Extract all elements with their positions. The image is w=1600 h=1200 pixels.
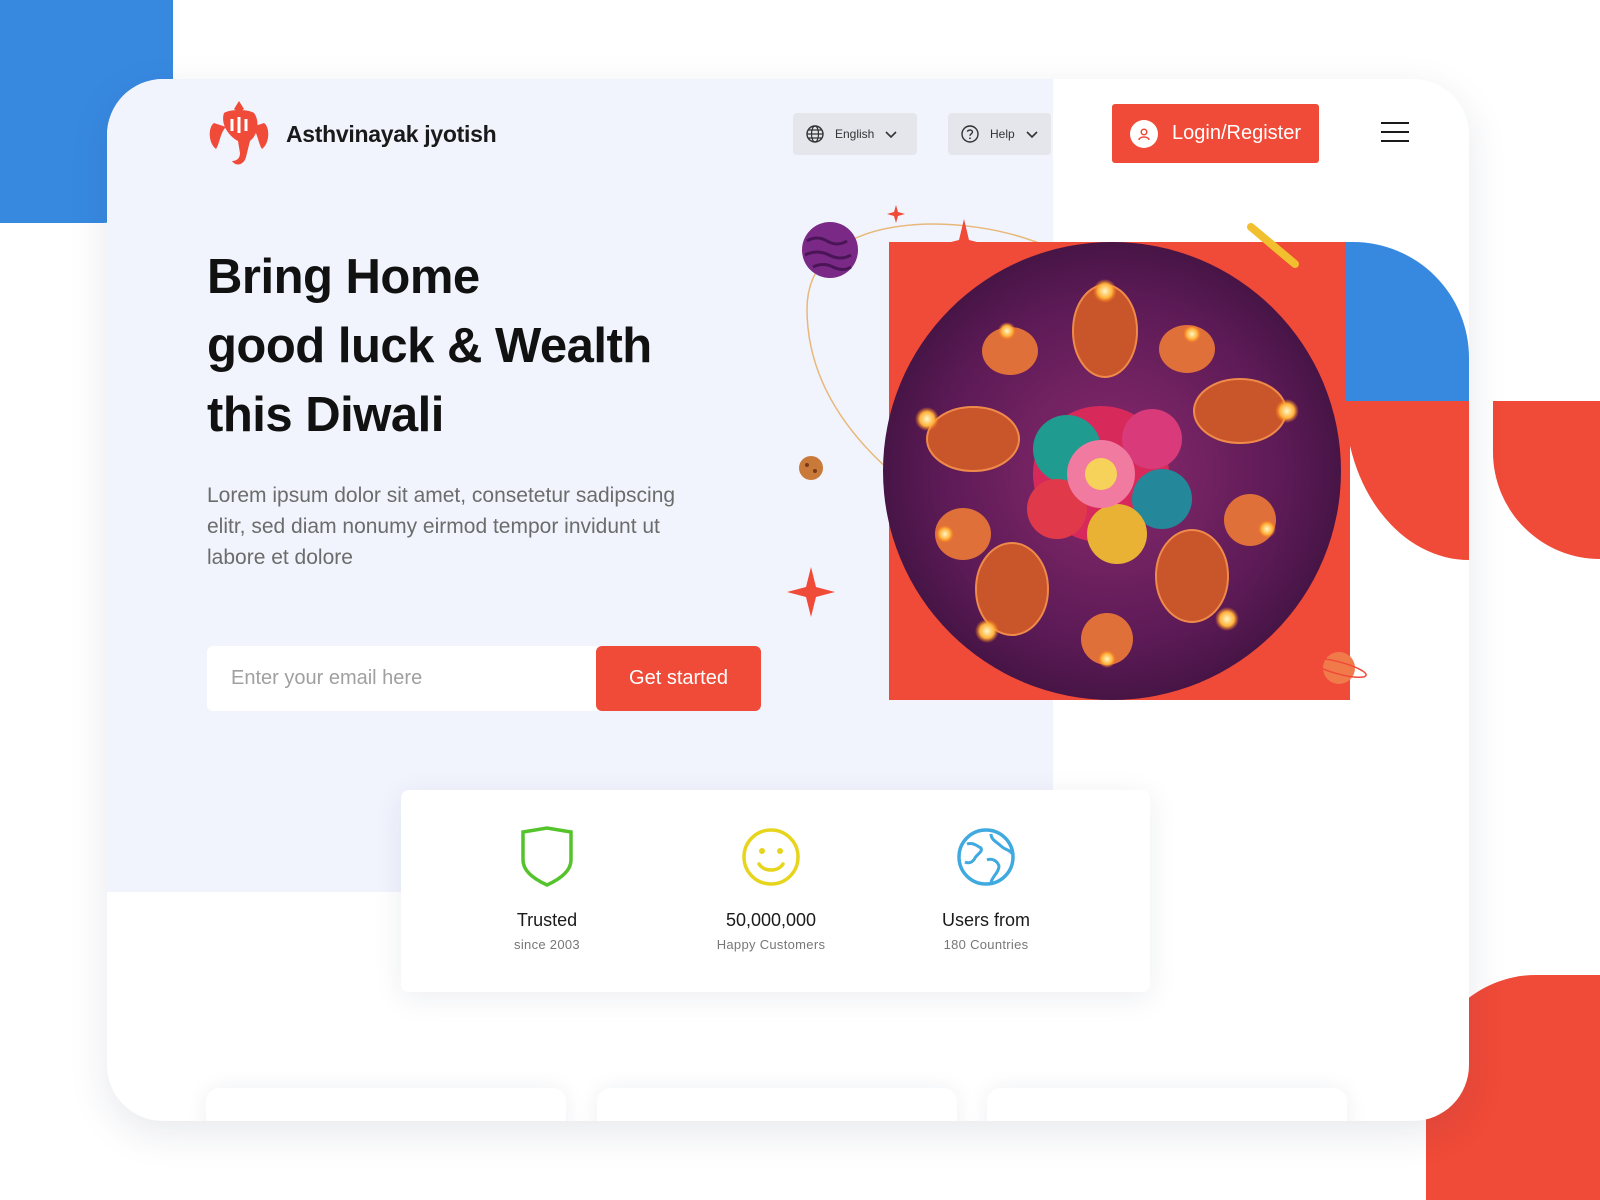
help-label: Help	[990, 127, 1015, 141]
headline-line-1: Bring Home	[207, 250, 480, 304]
stat-title: Trusted	[516, 910, 578, 930]
stat-customers: 50,000,000 Happy Customers	[681, 826, 861, 952]
stat-subtitle: Happy Customers	[716, 937, 826, 952]
hamburger-menu-icon[interactable]	[1381, 122, 1409, 144]
feature-card[interactable]	[987, 1088, 1347, 1121]
stat-title: 50,000,000	[725, 910, 817, 930]
stat-subtitle: since 2003	[514, 937, 580, 952]
email-input[interactable]	[207, 646, 607, 711]
brand-name: Asthvinayak jyotish	[286, 120, 497, 147]
stats-panel: Trusted since 2003 50,000,000 Happy Cust…	[401, 790, 1150, 992]
login-register-label: Login/Register	[1172, 122, 1301, 144]
feature-card[interactable]	[597, 1088, 957, 1121]
brand-logo[interactable]: Asthvinayak jyotish	[204, 99, 497, 169]
globe-icon	[957, 828, 1015, 886]
globe-icon	[806, 125, 824, 143]
language-dropdown[interactable]: English	[793, 113, 917, 155]
login-register-button[interactable]: Login/Register	[1112, 104, 1319, 163]
hero-subtext: Lorem ipsum dolor sit amet, consetetur s…	[207, 484, 676, 569]
stat-trusted: Trusted since 2003	[457, 826, 637, 952]
decorative-red-quarter-circle	[1493, 401, 1600, 559]
get-started-button[interactable]: Get started	[596, 646, 761, 711]
headline-line-3: this Diwali	[207, 388, 444, 442]
shield-icon	[521, 826, 573, 887]
user-icon	[1130, 119, 1159, 148]
stat-countries: Users from 180 Countries	[896, 826, 1076, 952]
landing-page-card: Asthvinayak jyotish English Help Login/R…	[107, 79, 1469, 1121]
stat-title: Users from	[941, 910, 1030, 930]
language-selected: English	[835, 127, 875, 141]
help-dropdown[interactable]: Help	[948, 113, 1051, 155]
smiley-icon	[742, 828, 800, 886]
headline-line-2: good luck & Wealth	[207, 319, 652, 373]
elephant-logo-icon	[209, 101, 269, 165]
hero-headline: Bring Home good luck & Wealth this Diwal…	[207, 243, 767, 450]
chevron-down-icon	[1026, 131, 1038, 139]
help-circle-icon	[961, 125, 979, 143]
hero-background-right	[1053, 79, 1469, 892]
stat-subtitle: 180 Countries	[943, 937, 1029, 952]
feature-card[interactable]	[206, 1088, 566, 1121]
chevron-down-icon	[885, 131, 897, 139]
